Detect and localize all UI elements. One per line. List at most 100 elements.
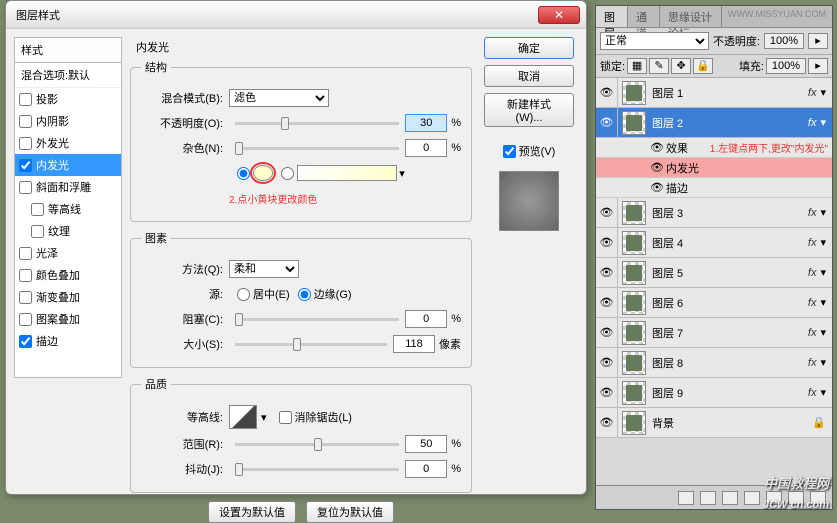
style-row-6[interactable]: 纹理 <box>15 220 121 242</box>
style-row-4[interactable]: 斜面和浮雕 <box>15 176 121 198</box>
group-icon[interactable] <box>766 491 782 505</box>
style-row-11[interactable]: 描边 <box>15 330 121 352</box>
layer-row[interactable]: 👁 图层 1 fx▾ <box>596 78 832 108</box>
layer-thumbnail[interactable] <box>622 351 646 375</box>
visibility-icon[interactable]: 👁 <box>596 348 618 377</box>
lock-transparent-icon[interactable]: ▦ <box>627 58 647 74</box>
choke-input[interactable] <box>405 310 447 328</box>
style-row-10[interactable]: 图案叠加 <box>15 308 121 330</box>
tab-layers[interactable]: 图层 <box>596 6 628 27</box>
style-checkbox[interactable] <box>19 291 32 304</box>
style-checkbox[interactable] <box>31 225 44 238</box>
gradient-swatch[interactable] <box>297 165 397 181</box>
style-checkbox[interactable] <box>19 181 32 194</box>
opacity-slider[interactable] <box>235 122 399 125</box>
jitter-slider[interactable] <box>235 468 399 471</box>
chevron-icon[interactable]: ▾ <box>820 386 832 399</box>
layer-row[interactable]: 👁 图层 9 fx▾ <box>596 378 832 408</box>
chevron-icon[interactable]: ▾ <box>820 206 832 219</box>
effect-stroke[interactable]: 👁描边 <box>596 178 832 198</box>
layer-thumbnail[interactable] <box>622 231 646 255</box>
visibility-icon[interactable]: 👁 <box>596 78 618 107</box>
fill-dropdown-icon[interactable]: ▸ <box>808 58 828 74</box>
style-row-1[interactable]: 内阴影 <box>15 110 121 132</box>
chevron-icon[interactable]: ▾ <box>820 296 832 309</box>
style-row-5[interactable]: 等高线 <box>15 198 121 220</box>
visibility-icon[interactable]: 👁 <box>596 408 618 437</box>
link-layers-icon[interactable] <box>678 491 694 505</box>
blend-mode-select[interactable]: 滤色 <box>229 89 329 107</box>
visibility-icon[interactable]: 👁 <box>596 108 618 137</box>
contour-picker[interactable] <box>229 405 257 429</box>
layer-row[interactable]: 👁 图层 8 fx▾ <box>596 348 832 378</box>
color-swatch[interactable] <box>253 165 273 181</box>
style-checkbox[interactable] <box>19 115 32 128</box>
effect-inner-glow[interactable]: 👁内发光 <box>596 158 832 178</box>
source-center-radio[interactable] <box>237 288 250 301</box>
ok-button[interactable]: 确定 <box>484 37 574 59</box>
opacity-input[interactable] <box>405 114 447 132</box>
layer-thumbnail[interactable] <box>622 201 646 225</box>
layer-row[interactable]: 👁 图层 3 fx▾ <box>596 198 832 228</box>
layer-blend-mode-select[interactable]: 正常 <box>600 32 709 50</box>
layer-row[interactable]: 👁 图层 6 fx▾ <box>596 288 832 318</box>
adjustment-icon[interactable] <box>744 491 760 505</box>
jitter-input[interactable] <box>405 460 447 478</box>
layer-thumbnail[interactable] <box>622 321 646 345</box>
technique-select[interactable]: 柔和 <box>229 260 299 278</box>
lock-all-icon[interactable]: 🔒 <box>693 58 713 74</box>
tab-channels[interactable]: 通道 <box>628 6 660 27</box>
style-row-7[interactable]: 光泽 <box>15 242 121 264</box>
layer-row[interactable]: 👁 背景 🔒 <box>596 408 832 438</box>
close-button[interactable]: ✕ <box>538 6 580 24</box>
style-row-8[interactable]: 颜色叠加 <box>15 264 121 286</box>
fx-icon[interactable] <box>700 491 716 505</box>
layer-row[interactable]: 👁 图层 2 fx▾ <box>596 108 832 138</box>
lock-brush-icon[interactable]: ✎ <box>649 58 669 74</box>
visibility-icon[interactable]: 👁 <box>596 228 618 257</box>
style-checkbox[interactable] <box>19 247 32 260</box>
chevron-icon[interactable]: ▾ <box>820 356 832 369</box>
chevron-icon[interactable]: ▾ <box>820 266 832 279</box>
visibility-icon[interactable]: 👁 <box>596 378 618 407</box>
layer-thumbnail[interactable] <box>622 111 646 135</box>
layer-thumbnail[interactable] <box>622 261 646 285</box>
style-checkbox[interactable] <box>19 313 32 326</box>
style-row-2[interactable]: 外发光 <box>15 132 121 154</box>
visibility-icon[interactable]: 👁 <box>596 288 618 317</box>
color-radio[interactable] <box>237 167 250 180</box>
style-row-0[interactable]: 投影 <box>15 88 121 110</box>
visibility-icon[interactable]: 👁 <box>648 181 666 194</box>
layer-opacity-value[interactable]: 100% <box>764 33 804 49</box>
dropdown-icon[interactable]: ▾ <box>397 167 407 180</box>
style-checkbox[interactable] <box>19 335 32 348</box>
set-default-button[interactable]: 设置为默认值 <box>208 501 296 523</box>
range-slider[interactable] <box>235 443 399 446</box>
style-checkbox[interactable] <box>31 203 44 216</box>
style-checkbox[interactable] <box>19 269 32 282</box>
visibility-icon[interactable]: 👁 <box>596 198 618 227</box>
chevron-icon[interactable]: ▾ <box>820 116 832 129</box>
fill-value[interactable]: 100% <box>766 58 806 74</box>
style-row-3[interactable]: 内发光 <box>15 154 121 176</box>
visibility-icon[interactable]: 👁 <box>648 141 666 154</box>
tab-forum[interactable]: 思缘设计论坛 <box>660 6 722 27</box>
noise-slider[interactable] <box>235 147 399 150</box>
visibility-icon[interactable]: 👁 <box>596 258 618 287</box>
size-input[interactable] <box>393 335 435 353</box>
layer-thumbnail[interactable] <box>622 381 646 405</box>
chevron-icon[interactable]: ▾ <box>820 326 832 339</box>
size-slider[interactable] <box>235 343 387 346</box>
style-checkbox[interactable] <box>19 137 32 150</box>
visibility-icon[interactable]: 👁 <box>596 318 618 347</box>
antialias-checkbox[interactable] <box>279 411 292 424</box>
layer-thumbnail[interactable] <box>622 411 646 435</box>
lock-move-icon[interactable]: ✥ <box>671 58 691 74</box>
layer-row[interactable]: 👁 图层 5 fx▾ <box>596 258 832 288</box>
layer-row[interactable]: 👁 图层 7 fx▾ <box>596 318 832 348</box>
preview-checkbox[interactable] <box>503 145 516 158</box>
gradient-radio[interactable] <box>281 167 294 180</box>
trash-icon[interactable] <box>810 491 826 505</box>
styles-header[interactable]: 样式 <box>14 37 122 63</box>
noise-input[interactable] <box>405 139 447 157</box>
